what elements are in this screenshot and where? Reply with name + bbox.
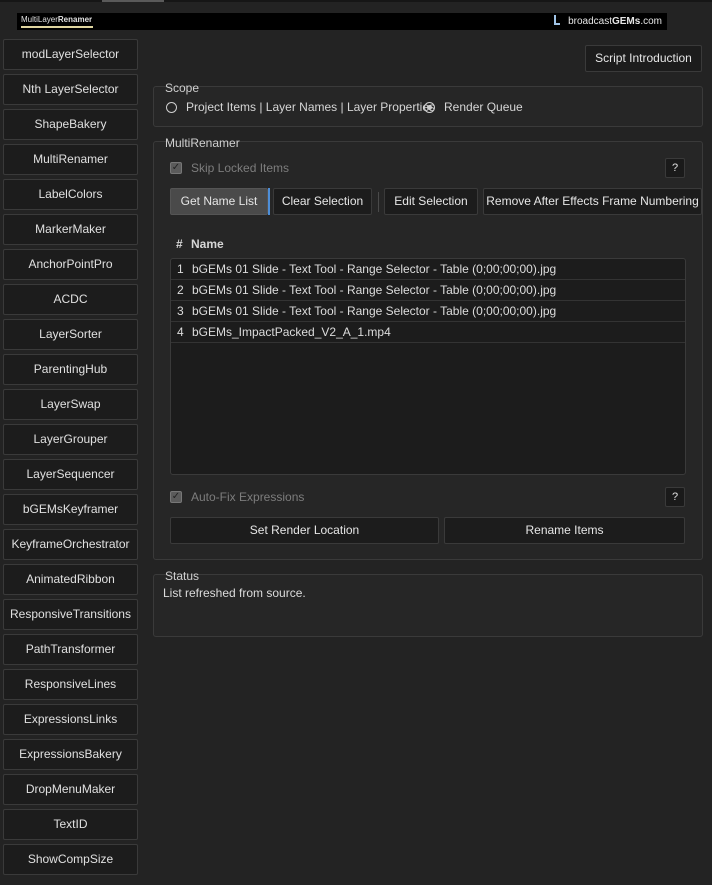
auto-fix-label: Auto-Fix Expressions: [191, 490, 305, 504]
checkmark-icon[interactable]: ✓: [170, 491, 182, 503]
list-item[interactable]: 4 bGEMs_ImpactPacked_V2_A_1.mp4: [171, 322, 685, 343]
help-button-top[interactable]: ?: [665, 158, 685, 178]
list-item-name: bGEMs 01 Slide - Text Tool - Range Selec…: [192, 262, 557, 276]
rename-items-button[interactable]: Rename Items: [444, 517, 685, 544]
sidebar-item-layersequencer[interactable]: LayerSequencer: [3, 459, 138, 490]
set-render-location-button[interactable]: Set Render Location: [170, 517, 439, 544]
list-item[interactable]: 2 bGEMs 01 Slide - Text Tool - Range Sele…: [171, 280, 685, 301]
list-item-name: bGEMs 01 Slide - Text Tool - Range Selec…: [192, 283, 557, 297]
clear-selection-button[interactable]: Clear Selection: [273, 188, 372, 215]
toolbar-divider: [378, 192, 379, 212]
active-tab-indicator: [102, 0, 164, 2]
status-panel: [153, 574, 703, 637]
remove-frame-numbering-button[interactable]: Remove After Effects Frame Numbering: [483, 188, 702, 215]
status-message: List refreshed from source.: [163, 586, 306, 600]
scope-option-render[interactable]: Render Queue: [424, 100, 523, 114]
get-name-list-button[interactable]: Get Name List: [170, 188, 268, 215]
brand-link[interactable]: broadcastGEMs.com: [554, 15, 662, 27]
sidebar-item-layerswap[interactable]: LayerSwap: [3, 389, 138, 420]
list-item-name: bGEMs_ImpactPacked_V2_A_1.mp4: [192, 325, 391, 339]
sidebar-item-acdc[interactable]: ACDC: [3, 284, 138, 315]
sidebar-item-layersorter[interactable]: LayerSorter: [3, 319, 138, 350]
brand-logo-icon: [554, 15, 561, 25]
sidebar-item-dropmenumaker[interactable]: DropMenuMaker: [3, 774, 138, 805]
status-title: Status: [165, 569, 200, 583]
sidebar-item-parentinghub[interactable]: ParentingHub: [3, 354, 138, 385]
edit-selection-button[interactable]: Edit Selection: [384, 188, 478, 215]
list-item-number: 3: [177, 304, 184, 318]
scope-option-project[interactable]: Project Items | Layer Names | Layer Prop…: [166, 100, 435, 114]
sidebar-item-bgemskeyframer[interactable]: bGEMsKeyframer: [3, 494, 138, 525]
focus-indicator: [268, 188, 270, 215]
list-item-name: bGEMs 01 Slide - Text Tool - Range Selec…: [192, 304, 557, 318]
sidebar-item-nth-layerselector[interactable]: Nth LayerSelector: [3, 74, 138, 105]
brand-strong: GEMs: [611, 16, 641, 27]
sidebar-item-textid[interactable]: TextID: [3, 809, 138, 840]
sidebar-item-expressionslinks[interactable]: ExpressionsLinks: [3, 704, 138, 735]
app-title-strong: Renamer: [57, 15, 93, 24]
sidebar-item-modlayerselector[interactable]: modLayerSelector: [3, 39, 138, 70]
app-title: MultiLayerRenamer: [21, 15, 92, 24]
sidebar-item-responsivetransitions[interactable]: ResponsiveTransitions: [3, 599, 138, 630]
column-header-name: Name: [191, 237, 224, 251]
multirenamer-title: MultiRenamer: [165, 136, 240, 150]
list-item[interactable]: 1 bGEMs 01 Slide - Text Tool - Range Sele…: [171, 259, 685, 280]
brand-suffix: .com: [640, 16, 662, 27]
sidebar-item-pathtransformer[interactable]: PathTransformer: [3, 634, 138, 665]
sidebar-item-keyframeorchestrator[interactable]: KeyframeOrchestrator: [3, 529, 138, 560]
sidebar-item-showcompsize[interactable]: ShowCompSize: [3, 844, 138, 875]
skip-locked-checkbox[interactable]: ✓ Skip Locked Items: [170, 161, 289, 175]
brand-prefix: broadcast: [568, 16, 612, 27]
sidebar-item-multirenamer[interactable]: MultiRenamer: [3, 144, 138, 175]
scope-option-render-label: Render Queue: [444, 100, 523, 114]
app-title-prefix: MultiLayer: [21, 15, 58, 24]
app-title-underline: [21, 26, 93, 28]
sidebar-item-layergrouper[interactable]: LayerGrouper: [3, 424, 138, 455]
sidebar-item-shapebakery[interactable]: ShapeBakery: [3, 109, 138, 140]
radio-render-icon[interactable]: [424, 101, 435, 113]
header-banner: MultiLayerRenamer broadcastGEMs.com: [17, 13, 667, 30]
list-item-number: 1: [177, 262, 184, 276]
help-button-bottom[interactable]: ?: [665, 487, 685, 507]
scope-title: Scope: [165, 81, 200, 95]
window-top-edge: [0, 0, 712, 2]
column-header-number: #: [176, 237, 183, 251]
skip-locked-label: Skip Locked Items: [191, 161, 290, 175]
auto-fix-checkbox[interactable]: ✓ Auto-Fix Expressions: [170, 490, 304, 504]
radio-project-icon[interactable]: [166, 101, 177, 113]
list-item-number: 4: [177, 325, 184, 339]
sidebar-item-labelcolors[interactable]: LabelColors: [3, 179, 138, 210]
checkmark-icon[interactable]: ✓: [170, 162, 182, 174]
sidebar-item-animatedribbon[interactable]: AnimatedRibbon: [3, 564, 138, 595]
sidebar-item-responsivelines[interactable]: ResponsiveLines: [3, 669, 138, 700]
name-list[interactable]: 1 bGEMs 01 Slide - Text Tool - Range Sele…: [170, 258, 686, 475]
script-introduction-button[interactable]: Script Introduction: [585, 45, 702, 72]
tool-sidebar: modLayerSelector Nth LayerSelector ShapeBa…: [3, 39, 138, 879]
list-item[interactable]: 3 bGEMs 01 Slide - Text Tool - Range Sele…: [171, 301, 685, 322]
sidebar-item-anchorpointpro[interactable]: AnchorPointPro: [3, 249, 138, 280]
sidebar-item-expressionsbakery[interactable]: ExpressionsBakery: [3, 739, 138, 770]
scope-option-project-label: Project Items | Layer Names | Layer Prop…: [186, 100, 435, 114]
sidebar-item-markermaker[interactable]: MarkerMaker: [3, 214, 138, 245]
list-item-number: 2: [177, 283, 184, 297]
